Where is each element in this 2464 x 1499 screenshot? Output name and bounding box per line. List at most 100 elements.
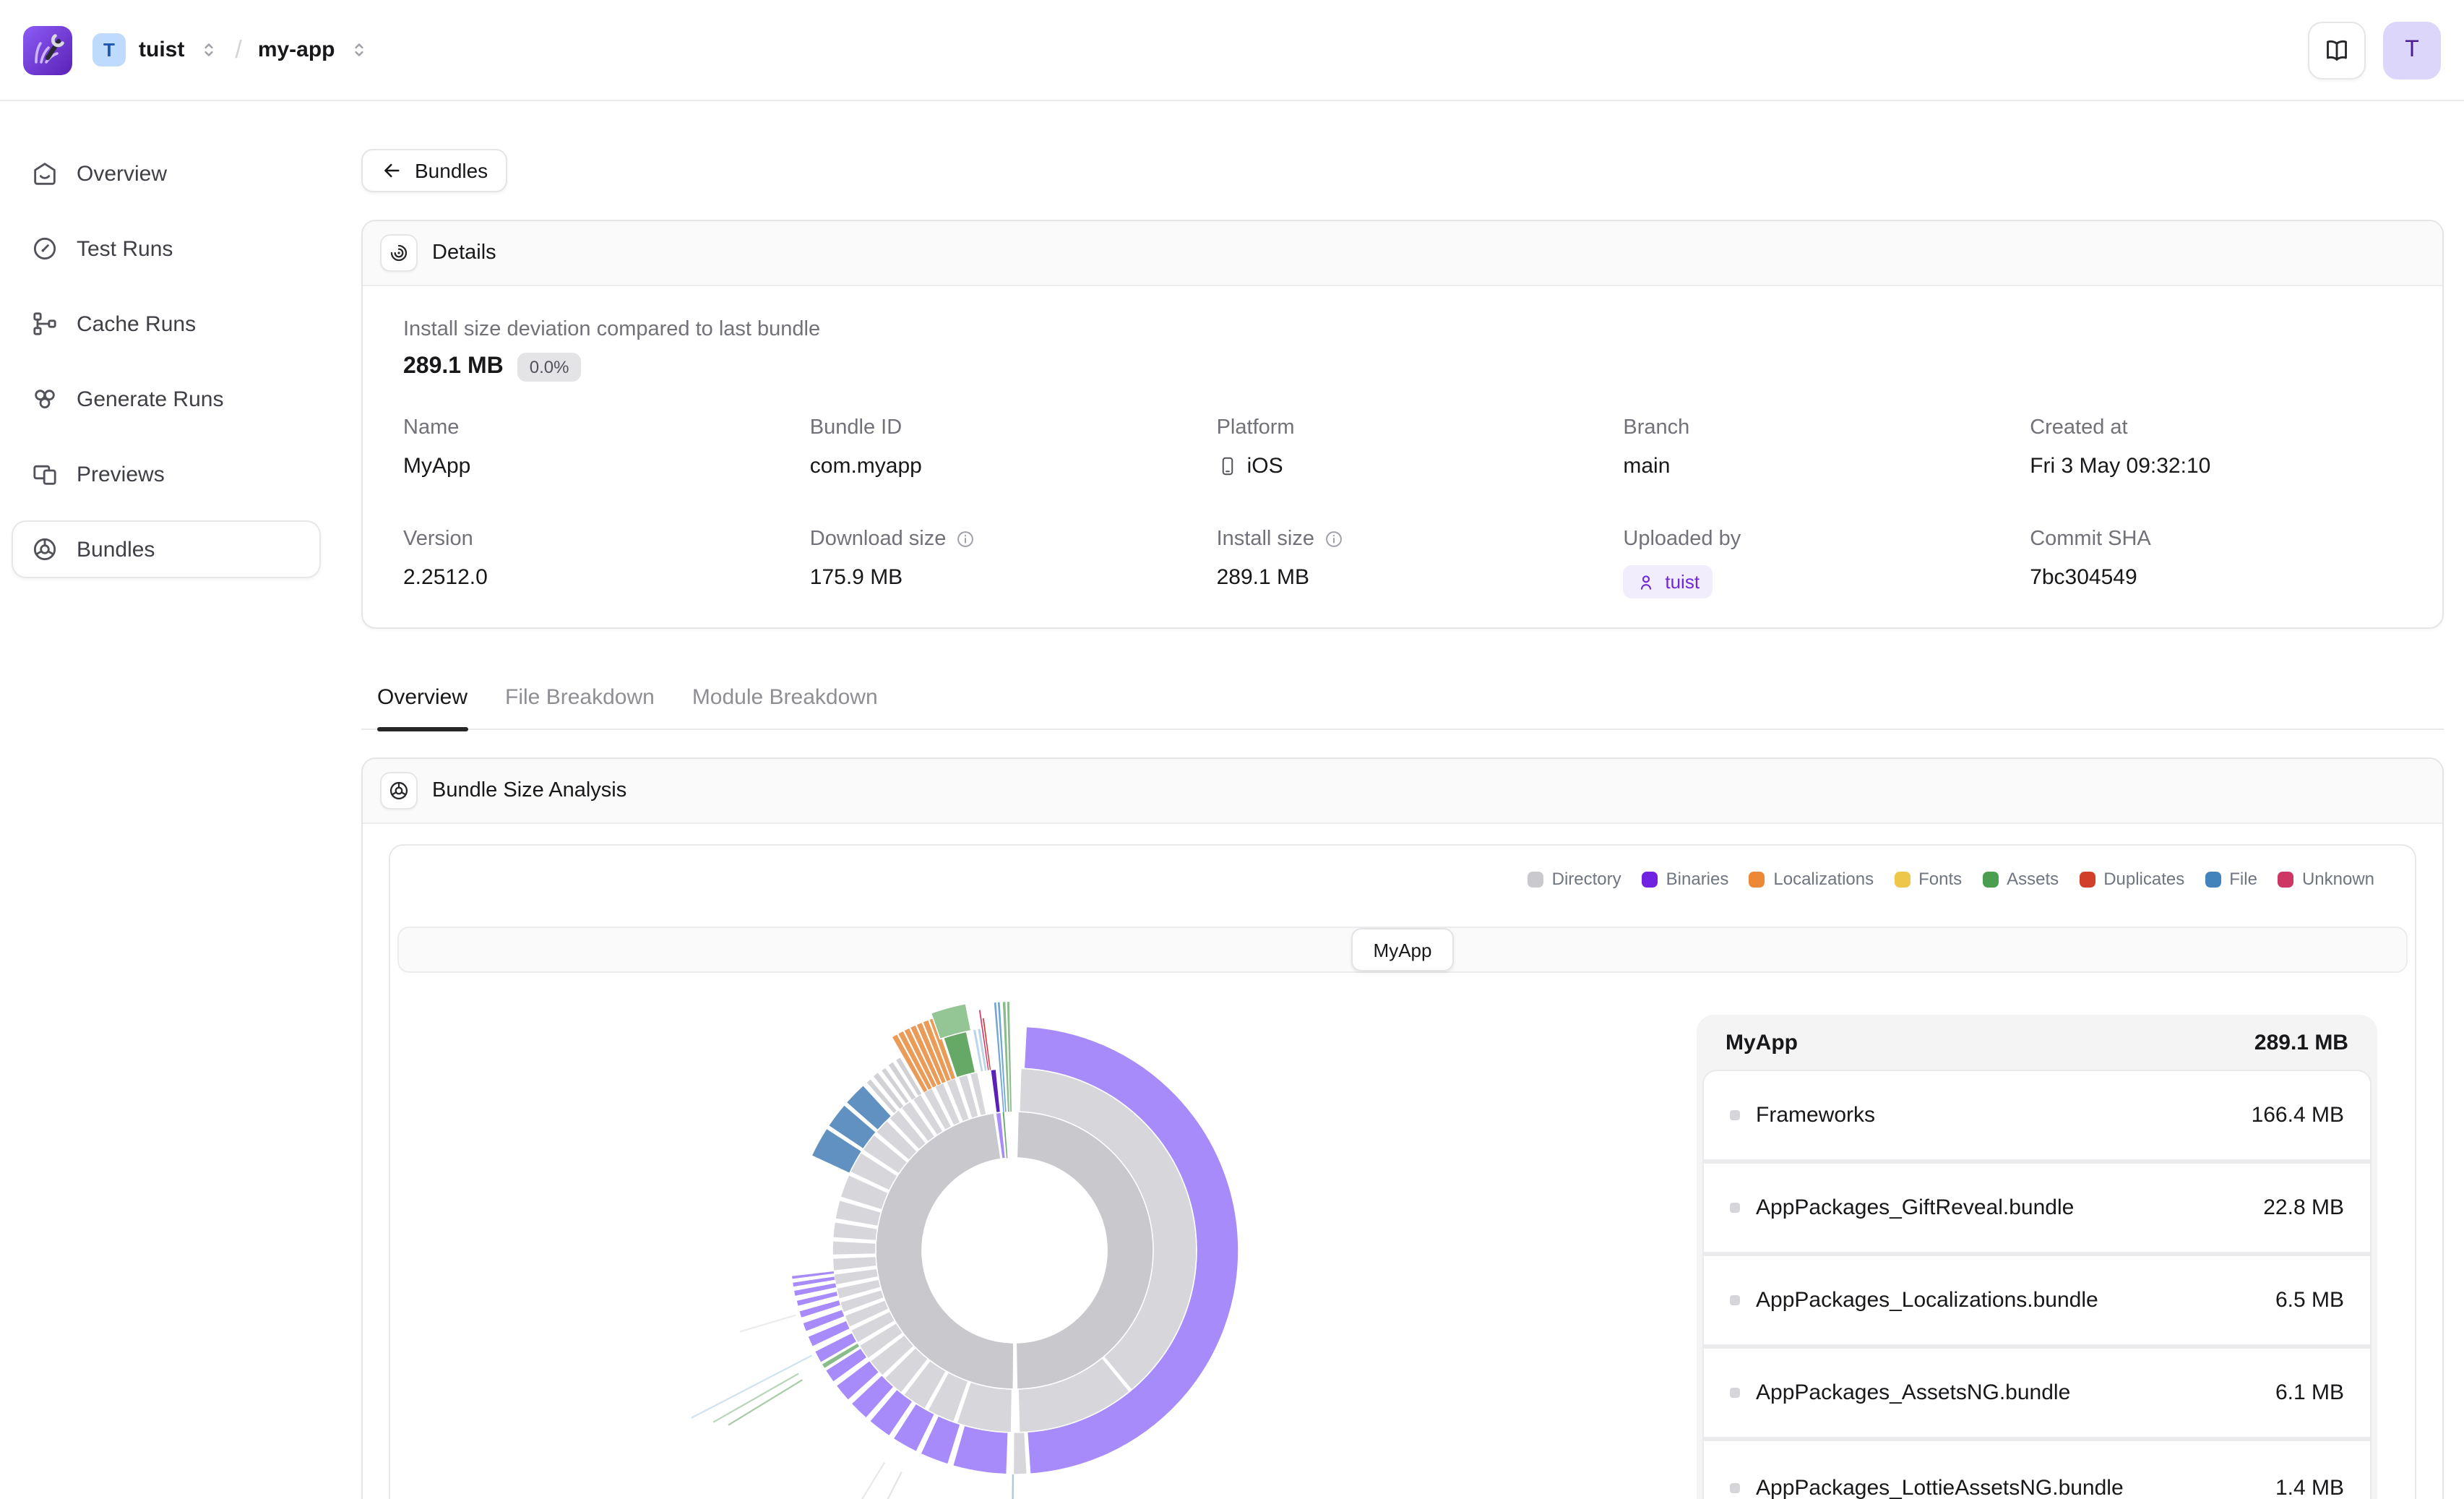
project-name[interactable]: my-app xyxy=(258,38,335,62)
topbar-actions: T xyxy=(2308,21,2441,79)
size-breakdown-panel: MyApp 289.1 MB Frameworks 166.4 MB xyxy=(1697,1015,2377,1499)
disc-icon xyxy=(380,234,418,272)
arrow-left-icon xyxy=(380,159,403,182)
docs-button[interactable] xyxy=(2308,21,2366,79)
field-platform: Platform iOS xyxy=(1217,416,1589,478)
bundle-tabs: Overview File Breakdown Module Breakdown xyxy=(361,685,2444,730)
details-card-body: Install size deviation compared to last … xyxy=(363,286,2442,627)
sidebar-item-test-runs[interactable]: Test Runs xyxy=(12,220,321,278)
analysis-card-body: Directory Binaries Localizations Fonts A… xyxy=(363,824,2442,1499)
size-panel-root-name: MyApp xyxy=(1726,1030,1798,1055)
sidebar: Overview Test Runs Cache Runs Generate R… xyxy=(0,101,332,596)
legend-item-binaries: Binaries xyxy=(1642,869,1729,889)
home-icon xyxy=(30,159,59,188)
legend-item-unknown: Unknown xyxy=(2278,869,2374,889)
deviation-delta-badge: 0.0% xyxy=(518,353,581,382)
list-item[interactable]: AppPackages_Localizations.bundle 6.5 MB xyxy=(1704,1256,2370,1349)
field-version: Version 2.2512.0 xyxy=(403,528,775,598)
legend-swatch xyxy=(2278,871,2293,887)
legend-item-localizations: Localizations xyxy=(1749,869,1874,889)
analysis-card-header: Bundle Size Analysis xyxy=(363,759,2442,824)
legend-item-directory: Directory xyxy=(1528,869,1621,889)
sunburst-chart[interactable] xyxy=(581,961,1448,1499)
list-item[interactable]: Frameworks 166.4 MB xyxy=(1704,1071,2370,1164)
field-bundle-id: Bundle ID com.myapp xyxy=(810,416,1182,478)
sidebar-item-generate-runs[interactable]: Generate Runs xyxy=(12,370,321,428)
field-install-size: Install size 289.1 MB xyxy=(1217,528,1589,598)
size-panel-list: Frameworks 166.4 MB AppPackages_GiftReve… xyxy=(1702,1070,2372,1499)
sidebar-item-label: Overview xyxy=(77,161,167,186)
project-switcher-icon[interactable] xyxy=(348,39,370,61)
org-avatar: T xyxy=(92,33,126,66)
back-to-bundles-button[interactable]: Bundles xyxy=(361,149,507,192)
sidebar-item-label: Cache Runs xyxy=(77,312,196,336)
info-icon[interactable] xyxy=(955,529,975,549)
sidebar-item-label: Previews xyxy=(77,462,165,486)
tab-file-breakdown[interactable]: File Breakdown xyxy=(505,685,655,729)
field-name: Name MyApp xyxy=(403,416,775,478)
bundle-size-analysis-card: Bundle Size Analysis Directory Binaries … xyxy=(361,757,2444,1499)
legend-item-duplicates: Duplicates xyxy=(2079,869,2184,889)
tab-overview[interactable]: Overview xyxy=(377,685,468,729)
topbar: T tuist / my-app T xyxy=(0,0,2464,101)
sidebar-item-overview[interactable]: Overview xyxy=(12,145,321,202)
info-icon[interactable] xyxy=(1323,529,1343,549)
legend-item-assets: Assets xyxy=(1982,869,2059,889)
legend-item-file: File xyxy=(2205,869,2257,889)
list-item[interactable]: AppPackages_LottieAssetsNG.bundle 1.4 MB xyxy=(1704,1441,2370,1499)
back-button-label: Bundles xyxy=(415,159,488,182)
list-item[interactable]: AppPackages_AssetsNG.bundle 6.1 MB xyxy=(1704,1349,2370,1441)
field-branch: Branch main xyxy=(1623,416,1995,478)
breadcrumb: T tuist / my-app xyxy=(92,33,370,66)
field-commit-sha: Commit SHA 7bc304549 xyxy=(2030,528,2402,598)
cluster-icon xyxy=(30,385,59,413)
size-panel-root-size: 289.1 MB xyxy=(2254,1030,2348,1055)
sidebar-item-bundles[interactable]: Bundles xyxy=(12,520,321,578)
book-icon xyxy=(2322,35,2351,64)
deviation-value: 289.1 MB xyxy=(403,354,504,380)
uploader-badge[interactable]: tuist xyxy=(1623,565,1713,598)
list-item[interactable]: AppPackages_GiftReveal.bundle 22.8 MB xyxy=(1704,1164,2370,1256)
row-bullet-icon xyxy=(1730,1203,1740,1213)
app-window: T tuist / my-app T xyxy=(0,0,2464,1499)
flow-icon xyxy=(30,309,59,338)
phone-icon xyxy=(1217,455,1239,477)
main-content: Bundles Details Install size deviation c… xyxy=(361,101,2444,1499)
details-card-title: Details xyxy=(432,241,496,265)
chart-legend: Directory Binaries Localizations Fonts A… xyxy=(390,846,2415,889)
sidebar-item-label: Generate Runs xyxy=(77,387,223,411)
org-switcher-icon[interactable] xyxy=(197,39,219,61)
row-bullet-icon xyxy=(1730,1110,1740,1120)
details-card-header: Details xyxy=(363,221,2442,286)
legend-swatch xyxy=(1642,871,1658,887)
legend-swatch xyxy=(1749,871,1765,887)
analysis-card-title: Bundle Size Analysis xyxy=(432,779,626,802)
analysis-inner-panel: Directory Binaries Localizations Fonts A… xyxy=(389,844,2416,1499)
row-bullet-icon xyxy=(1730,1482,1740,1492)
org-name[interactable]: tuist xyxy=(139,38,184,62)
sidebar-item-previews[interactable]: Previews xyxy=(12,445,321,503)
gauge-icon xyxy=(30,234,59,263)
person-icon xyxy=(1636,572,1656,592)
field-download-size: Download size 175.9 MB xyxy=(810,528,1182,598)
size-panel-header: MyApp 289.1 MB xyxy=(1697,1015,2377,1070)
details-card: Details Install size deviation compared … xyxy=(361,220,2444,629)
donut-chart-icon xyxy=(30,535,59,564)
legend-swatch xyxy=(2079,871,2095,887)
sidebar-item-label: Test Runs xyxy=(77,236,173,261)
legend-swatch xyxy=(1528,871,1543,887)
field-created-at: Created at Fri 3 May 09:32:10 xyxy=(2030,416,2402,478)
sidebar-item-cache-runs[interactable]: Cache Runs xyxy=(12,295,321,353)
legend-swatch xyxy=(1982,871,1998,887)
breadcrumb-divider: / xyxy=(235,35,241,64)
tab-module-breakdown[interactable]: Module Breakdown xyxy=(692,685,878,729)
tuist-logo[interactable] xyxy=(23,25,72,74)
donut-chart-icon xyxy=(380,772,418,809)
deviation-label: Install size deviation compared to last … xyxy=(403,318,2402,341)
user-avatar[interactable]: T xyxy=(2383,21,2441,79)
row-bullet-icon xyxy=(1730,1388,1740,1398)
legend-swatch xyxy=(2205,871,2220,887)
sidebar-item-label: Bundles xyxy=(77,537,155,562)
legend-item-fonts: Fonts xyxy=(1894,869,1962,889)
details-fields: Name MyApp Bundle ID com.myapp Platform xyxy=(403,416,2402,598)
